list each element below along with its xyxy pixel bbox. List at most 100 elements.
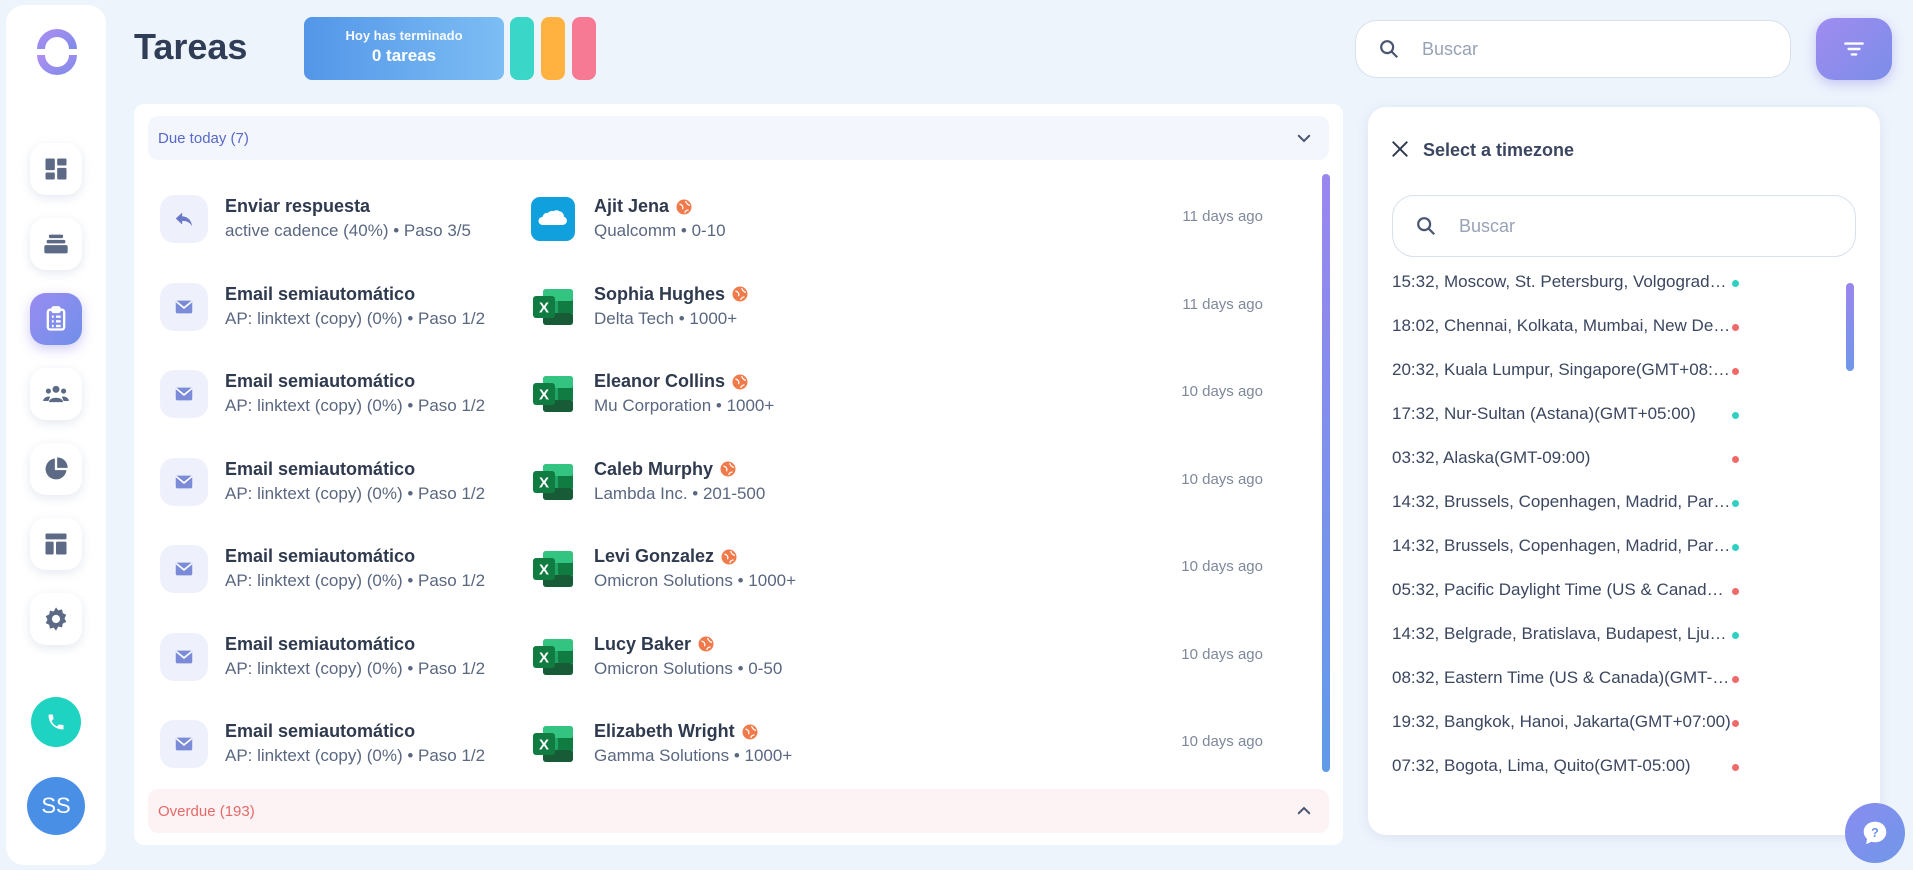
task-time: 11 days ago (1182, 208, 1263, 225)
task-type-badge (160, 720, 208, 768)
timezone-list-scrollbar[interactable] (1846, 283, 1854, 371)
contact-name-text: Eleanor Collins (594, 371, 726, 391)
svg-text:X: X (539, 737, 549, 754)
nav-tasks[interactable] (30, 293, 82, 345)
timezone-panel: Select a timezone 15:32, Moscow, St. Pet… (1368, 107, 1880, 835)
nav-dashboard[interactable] (30, 143, 82, 195)
section-overdue[interactable]: Overdue (193) (148, 789, 1329, 833)
timezone-status-dot (1732, 368, 1739, 375)
contact-name[interactable]: Caleb Murphy (594, 459, 737, 480)
task-list-scrollbar[interactable] (1322, 174, 1330, 772)
task-row[interactable]: Email semiautomático AP: linktext (copy) … (148, 439, 1303, 526)
search-icon (1380, 40, 1399, 59)
timezone-search-input[interactable] (1459, 215, 1779, 237)
timezone-option[interactable]: 03:32, Alaska(GMT-09:00) (1392, 448, 1732, 468)
globe-icon (720, 461, 736, 477)
section-overdue-label: Overdue (193) (158, 802, 255, 820)
timezone-status-dot (1732, 720, 1739, 727)
help-button[interactable]: ? (1845, 803, 1905, 863)
task-row[interactable]: Email semiautomático AP: linktext (copy) … (148, 351, 1303, 438)
task-title: Email semiautomático (225, 283, 416, 304)
pie-chart-icon (45, 457, 68, 480)
timezone-option[interactable]: 15:32, Moscow, St. Petersburg, Volgograd… (1392, 272, 1732, 292)
chevron-up-icon[interactable] (1295, 802, 1313, 820)
task-subtitle: AP: linktext (copy) (0%) • Paso 1/2 (225, 571, 486, 590)
avatar[interactable]: SS (27, 777, 85, 835)
svg-text:X: X (539, 649, 549, 666)
task-type-badge (160, 632, 208, 681)
task-row[interactable]: Enviar respuesta active cadence (40%) • P… (148, 176, 1303, 263)
task-row[interactable]: Email semiautomático AP: linktext (copy) … (148, 701, 1303, 788)
task-title: Email semiautomático (225, 721, 416, 741)
svg-text:?: ? (1871, 826, 1879, 840)
contact-name[interactable]: Elizabeth Wright (594, 721, 759, 742)
task-row[interactable]: Email semiautomático AP: linktext (copy) … (148, 614, 1303, 701)
stat-pill-orange[interactable] (541, 17, 565, 80)
globe-icon (732, 374, 748, 389)
task-title: Email semiautomático (225, 546, 416, 566)
contact-company: Delta Tech • 1000+ (594, 308, 738, 328)
email-icon (175, 650, 193, 663)
task-search[interactable] (1355, 20, 1791, 78)
excel-logo-icon: X (533, 463, 573, 500)
stat-pill-pink[interactable] (572, 17, 596, 80)
task-subtitle: AP: linktext (copy) (0%) • Paso 1/2 (225, 658, 486, 678)
timezone-option[interactable]: 18:02, Chennai, Kolkata, Mumbai, New Del… (1392, 316, 1732, 336)
stat-pill-teal[interactable] (510, 17, 534, 80)
nav-layers[interactable] (30, 218, 82, 270)
people-icon (43, 385, 69, 403)
contact-name[interactable]: Eleanor Collins (594, 371, 749, 392)
timezone-option[interactable]: 14:32, Brussels, Copenhagen, Madrid, Par… (1392, 492, 1732, 512)
app-logo-icon[interactable] (32, 27, 82, 77)
nav-reports[interactable] (30, 443, 82, 495)
globe-icon (721, 549, 737, 564)
done-today-card: Hoy has terminado 0 tareas (304, 17, 504, 80)
nav-settings[interactable] (30, 593, 82, 645)
layers-icon (44, 234, 68, 254)
timezone-search[interactable] (1392, 195, 1856, 257)
timezone-option[interactable]: 07:32, Bogota, Lima, Quito(GMT-05:00) (1392, 756, 1732, 776)
email-icon (175, 475, 193, 488)
tasks-panel: Due today (7) Enviar respuesta active cad… (134, 104, 1343, 845)
search-input[interactable] (1422, 38, 1742, 60)
globe-icon (742, 724, 758, 739)
layout-icon (45, 533, 67, 555)
task-type-badge (160, 282, 208, 331)
task-type-badge (160, 545, 208, 593)
timezone-option[interactable]: 20:32, Kuala Lumpur, Singapore(GMT+08:00… (1392, 360, 1732, 380)
contact-name-text: Caleb Murphy (594, 458, 714, 479)
sidebar: SS (6, 5, 106, 865)
call-button[interactable] (31, 697, 81, 747)
contact-name[interactable]: Sophia Hughes (594, 284, 749, 305)
page-title: Tareas (134, 26, 248, 67)
email-icon (175, 300, 193, 313)
chevron-down-icon[interactable] (1295, 129, 1313, 147)
nav-layout[interactable] (30, 518, 82, 570)
filter-button[interactable] (1816, 18, 1892, 80)
close-icon[interactable] (1390, 139, 1410, 159)
section-due-today[interactable]: Due today (7) (148, 116, 1329, 160)
contact-name[interactable]: Lucy Baker (594, 634, 715, 655)
timezone-status-dot (1732, 676, 1739, 683)
dashboard-icon (45, 158, 67, 180)
contact-name[interactable]: Ajit Jena (594, 196, 693, 217)
timezone-option[interactable]: 08:32, Eastern Time (US & Canada)(GMT-04… (1392, 668, 1732, 688)
task-title: Email semiautomático (225, 458, 416, 479)
timezone-option[interactable]: 19:32, Bangkok, Hanoi, Jakarta(GMT+07:00… (1392, 712, 1732, 732)
timezone-option[interactable]: 14:32, Brussels, Copenhagen, Madrid, Par… (1392, 536, 1732, 556)
nav-people[interactable] (30, 368, 82, 420)
task-subtitle: AP: linktext (copy) (0%) • Paso 1/2 (225, 308, 486, 328)
clipboard-icon (46, 306, 66, 331)
timezone-option[interactable]: 14:32, Belgrade, Bratislava, Budapest, L… (1392, 624, 1732, 644)
task-row[interactable]: Email semiautomático AP: linktext (copy) … (148, 526, 1303, 613)
task-subtitle: AP: linktext (copy) (0%) • Paso 1/2 (225, 483, 486, 503)
contact-company: Mu Corporation • 1000+ (594, 396, 775, 415)
timezone-title: Select a timezone (1423, 140, 1575, 160)
help-chat-icon: ? (1863, 821, 1887, 845)
timezone-option[interactable]: 05:32, Pacific Daylight Time (US & Canad… (1392, 580, 1732, 600)
contact-name[interactable]: Levi Gonzalez (594, 546, 738, 567)
email-icon (175, 737, 193, 751)
timezone-status-dot (1732, 544, 1739, 551)
timezone-option[interactable]: 17:32, Nur-Sultan (Astana)(GMT+05:00) (1392, 404, 1732, 424)
task-row[interactable]: Email semiautomático AP: linktext (copy) … (148, 264, 1303, 351)
